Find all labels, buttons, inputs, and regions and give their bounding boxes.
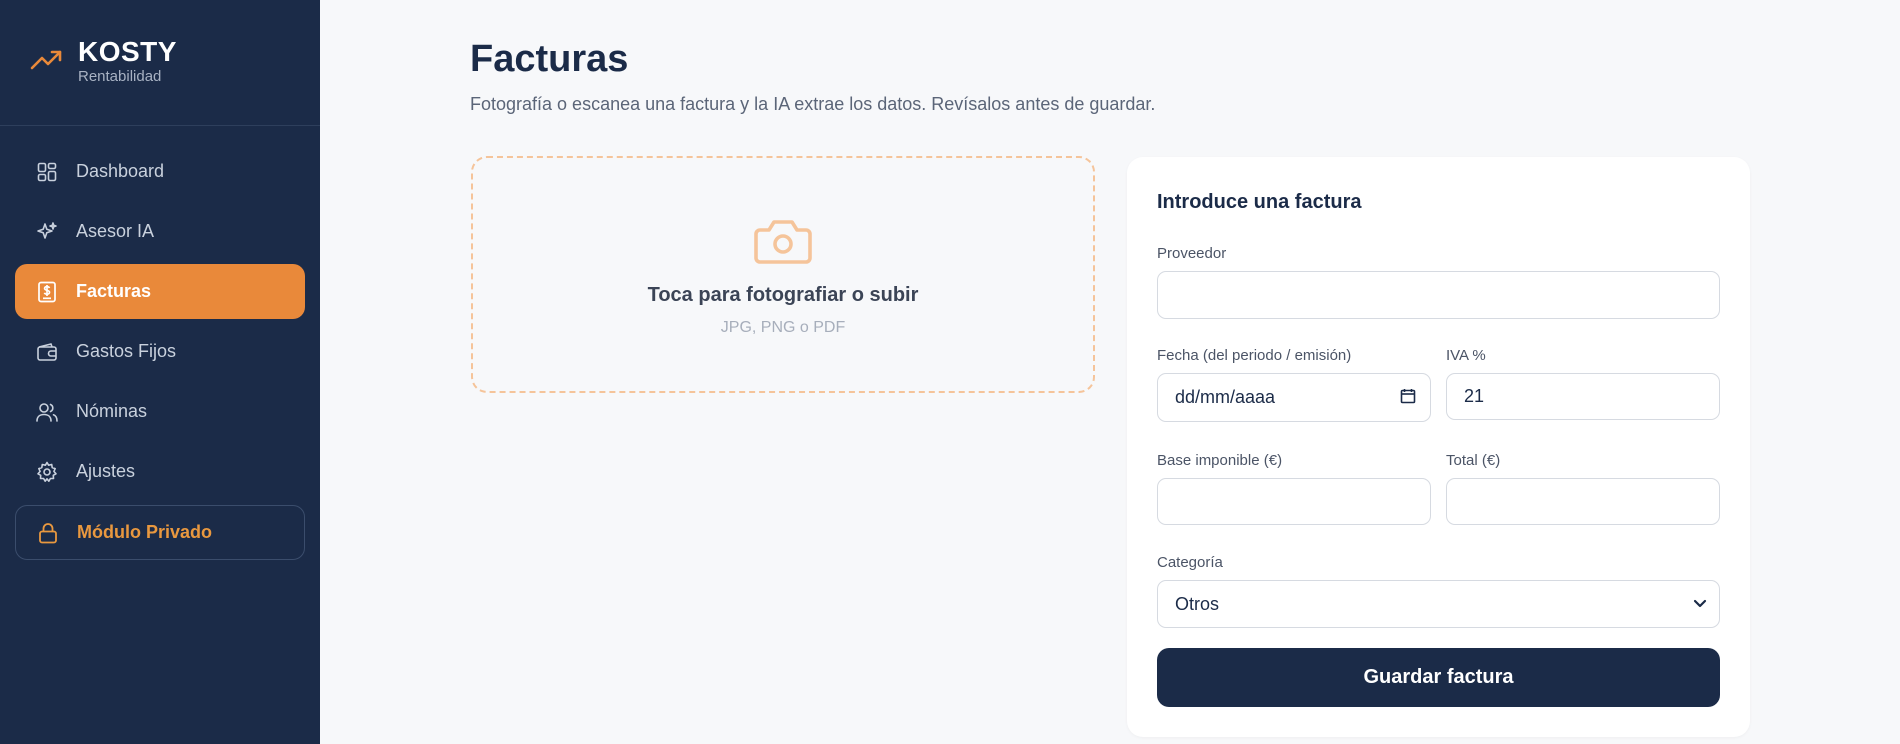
proveedor-label: Proveedor — [1157, 245, 1227, 262]
sidebar-item-asesor-ia[interactable]: Asesor IA — [15, 204, 305, 259]
categoria-selected-value: Otros — [1175, 593, 1220, 614]
calendar-icon[interactable] — [1400, 388, 1416, 404]
fecha-placeholder: dd/mm/aaaa — [1175, 387, 1276, 407]
sidebar-item-dashboard[interactable]: Dashboard — [15, 144, 305, 199]
total-label: Total (€) — [1446, 452, 1501, 469]
gear-icon — [36, 461, 58, 483]
sidebar-item-gastos-fijos[interactable]: Gastos Fijos — [15, 324, 305, 379]
iva-label: IVA % — [1446, 347, 1486, 364]
proveedor-input[interactable] — [1157, 271, 1720, 319]
brand-name: KOSTY — [78, 36, 177, 67]
sidebar-item-facturas[interactable]: Facturas — [15, 264, 305, 319]
dashboard-grid-icon — [36, 161, 58, 183]
invoice-upload-dropzone[interactable]: Toca para fotografiar o subir JPG, PNG o… — [471, 156, 1095, 393]
camera-icon — [754, 220, 812, 264]
total-input[interactable] — [1446, 478, 1720, 525]
sidebar-item-label: Asesor IA — [76, 221, 155, 241]
sidebar-item-label: Dashboard — [76, 161, 165, 181]
brand[interactable]: KOSTY Rentabilidad — [0, 0, 320, 126]
lock-icon — [37, 522, 59, 544]
sidebar-item-label: Nóminas — [76, 401, 148, 421]
page-title: Facturas — [470, 38, 629, 80]
sidebar-item-label: Módulo Privado — [77, 522, 212, 542]
users-icon — [36, 401, 58, 423]
form-title: Introduce una factura — [1157, 191, 1362, 213]
base-imponible-label: Base imponible (€) — [1157, 452, 1283, 469]
sidebar-item-label: Ajustes — [76, 461, 136, 481]
fecha-label: Fecha (del periodo / emisión) — [1157, 347, 1352, 364]
sidebar-item-label: Facturas — [76, 281, 152, 301]
iva-input[interactable]: 21 — [1446, 373, 1720, 420]
categoria-label: Categoría — [1157, 554, 1223, 571]
save-invoice-button[interactable]: Guardar factura — [1157, 648, 1720, 707]
invoice-form-card: Introduce una factura Proveedor Fecha (d… — [1127, 157, 1750, 737]
sidebar-item-label: Gastos Fijos — [76, 341, 177, 361]
sparkles-icon — [36, 221, 58, 243]
chevron-down-icon — [1693, 599, 1707, 608]
wallet-icon — [36, 341, 58, 363]
sidebar-item-modulo-privado[interactable]: Módulo Privado — [15, 505, 305, 560]
brand-subtitle: Rentabilidad — [78, 68, 162, 85]
fecha-input[interactable]: dd/mm/aaaa — [1157, 373, 1431, 422]
base-imponible-input[interactable] — [1157, 478, 1431, 525]
page-subtitle: Fotografía o escanea una factura y la IA… — [470, 94, 1156, 114]
categoria-select[interactable]: Otros — [1157, 580, 1720, 628]
sidebar-nav: Dashboard Asesor IA Facturas Gastos Fijo… — [0, 126, 320, 560]
sidebar: KOSTY Rentabilidad Dashboard Asesor IA F… — [0, 0, 320, 744]
upload-title: Toca para fotografiar o subir — [647, 284, 919, 306]
upload-formats: JPG, PNG o PDF — [720, 319, 846, 336]
sidebar-item-nominas[interactable]: Nóminas — [15, 384, 305, 439]
invoice-dollar-icon — [36, 281, 58, 303]
main-content: Facturas Fotografía o escanea una factur… — [320, 0, 1900, 744]
sidebar-item-ajustes[interactable]: Ajustes — [15, 444, 305, 499]
trending-up-icon — [30, 50, 62, 70]
